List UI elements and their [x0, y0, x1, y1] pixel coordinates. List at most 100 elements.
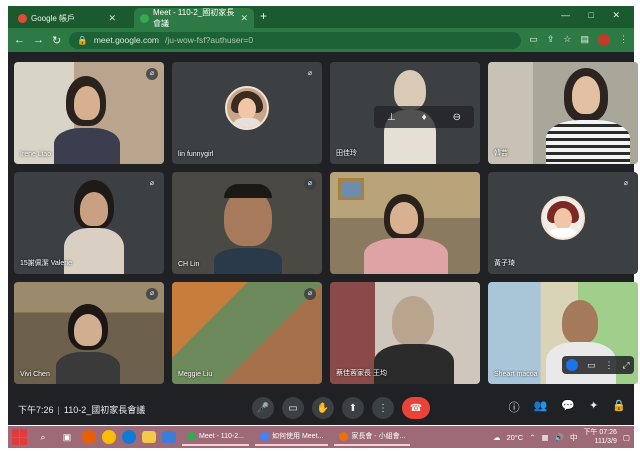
address-toolbar: ← → ↻ 🔒 meet.google.com/ju-wow-fsf?authu… — [8, 28, 634, 52]
share-icon[interactable]: ⇪ — [547, 34, 555, 46]
participant-tile[interactable]: 蔡佳蓉家長 王均 — [330, 282, 480, 384]
mute-icon[interactable]: ♦ — [422, 112, 427, 123]
file-explorer-icon[interactable] — [142, 431, 156, 443]
hide-self-view-icon[interactable]: ▭ — [587, 360, 596, 371]
people-icon[interactable]: 👥 — [534, 399, 548, 415]
close-tab-icon[interactable]: ✕ — [240, 13, 248, 24]
bookmark-star-icon[interactable]: ☆ — [563, 34, 571, 46]
url-host: meet.google.com — [93, 35, 160, 45]
profile-avatar[interactable] — [598, 34, 610, 46]
close-tab-icon[interactable]: ✕ — [108, 13, 116, 24]
more-options-button[interactable]: ⋮ — [372, 397, 394, 419]
participant-name: Sheart macoa — [494, 371, 538, 378]
camera-indicator-icon[interactable]: ▭ — [529, 34, 538, 46]
participant-tile[interactable]: CH Lin ⌀ — [172, 172, 322, 274]
taskbar-app-group[interactable]: 家長會 - 小組會... — [334, 428, 411, 446]
self-view-controls: ▭ ⋮ ⤢ — [562, 356, 634, 374]
notification-icon[interactable]: ▢ — [623, 433, 630, 442]
edge-icon[interactable] — [122, 430, 136, 444]
meeting-title: 110-2_國初家長會議 — [63, 405, 146, 415]
meeting-time: 下午7:26 — [18, 405, 54, 415]
window-controls[interactable]: — □ ✕ — [561, 10, 628, 21]
activities-icon[interactable]: ✦ — [589, 399, 598, 415]
taskbar-app-meet[interactable]: Meet - 110-2... — [182, 428, 250, 446]
taskbar-app-doc[interactable]: 如何使用 Meet... — [255, 428, 329, 446]
clock-date: 111/3/9 — [594, 438, 617, 445]
back-arrow-icon[interactable]: ← — [14, 34, 25, 46]
participant-avatar — [225, 85, 269, 130]
system-tray: ☁ 20°C ⌃ ▦ 🔊 中 下午 07:26 111/3/9 ▢ — [493, 428, 630, 446]
mic-muted-icon: ⌀ — [146, 178, 158, 190]
host-controls-icon[interactable]: 🔒 — [612, 399, 626, 415]
leave-call-button[interactable]: ☎ — [402, 397, 430, 419]
menu-dots-icon[interactable]: ⋮ — [619, 34, 628, 46]
mic-muted-icon: ⌀ — [146, 288, 158, 300]
mic-muted-icon: ⌀ — [304, 178, 316, 190]
volume-icon[interactable]: 🔊 — [555, 433, 564, 442]
audio-level-icon — [566, 359, 579, 371]
participant-name: 黃子琦 — [494, 260, 515, 267]
participant-name: 田佳玲 — [336, 150, 357, 157]
system-clock[interactable]: 下午 07:26 111/3/9 — [583, 428, 616, 446]
participant-tile[interactable]: 15謝佩潔 Valerie ⌀ — [14, 172, 164, 274]
group-app-icon — [339, 431, 349, 441]
participant-name: 15謝佩潔 Valerie — [20, 260, 73, 267]
url-path: /ju-wow-fsf?authuser=0 — [165, 35, 254, 45]
microphone-button[interactable]: 🎤 — [252, 397, 274, 419]
participant-tile[interactable]: lin funnygirl ⌀ — [172, 62, 322, 164]
tile-hover-controls: ⊥ ♦ ⊖ — [374, 106, 474, 128]
search-icon[interactable]: ⌕ — [34, 429, 52, 445]
camera-button[interactable]: ▭ — [282, 397, 304, 419]
participant-tile[interactable]: Sheart macoa ▭ ⋮ ⤢ — [488, 282, 638, 384]
windows-start-icon[interactable] — [12, 429, 28, 445]
participant-tile[interactable]: 韓芸 — [488, 62, 638, 164]
browser-tab-meet[interactable]: Meet - 110-2_國初家長會議 ✕ — [134, 8, 254, 28]
browser-toolbar-icons: ▭ ⇪ ☆ ▤ ⋮ — [529, 34, 628, 46]
meeting-details-icon[interactable]: ⓘ — [509, 399, 520, 415]
taskbar-app-label: 家長會 - 小組會... — [351, 433, 406, 440]
meet-favicon-icon — [140, 13, 149, 23]
participant-tile[interactable]: Irene Liao ⌀ — [14, 62, 164, 164]
browser-tab-bar: Google 帳戶 ✕ Meet - 110-2_國初家長會議 ✕ + — □ … — [8, 6, 634, 28]
tab-title: Meet - 110-2_國初家長會議 — [153, 8, 235, 28]
firefox-icon[interactable] — [82, 430, 96, 444]
network-icon[interactable]: ▦ — [542, 433, 549, 442]
chrome-app-icon — [187, 431, 196, 441]
mic-muted-icon: ⌀ — [620, 178, 632, 190]
lock-icon: 🔒 — [77, 34, 88, 45]
extension-icon[interactable]: ▤ — [580, 34, 589, 46]
meeting-separator: | — [57, 405, 60, 415]
participant-tile[interactable]: Vivi Chen ⌀ — [14, 282, 164, 384]
chat-icon[interactable]: 💬 — [561, 399, 575, 415]
tab-title: Google 帳戶 — [31, 13, 76, 23]
more-options-icon[interactable]: ⋮ — [605, 360, 614, 371]
participant-tile[interactable] — [330, 172, 480, 274]
ime-indicator[interactable]: 中 — [570, 432, 578, 443]
expand-icon[interactable]: ⤢ — [622, 360, 629, 371]
meet-control-bar: 下午7:26 | 110-2_國初家長會議 🎤 ▭ ✋ ⬆ ⋮ ☎ ⓘ 👥 💬 ✦ … — [8, 393, 634, 425]
participant-tile[interactable]: Meggie Liu ⌀ — [172, 282, 322, 384]
taskbar-app-label: Meet - 110-2... — [199, 432, 245, 440]
mic-muted-icon: ⌀ — [304, 68, 316, 80]
chrome-icon[interactable] — [102, 430, 116, 444]
tray-overflow-icon[interactable]: ⌃ — [529, 433, 535, 442]
taskbar-app-label: 如何使用 Meet... — [272, 433, 324, 440]
weather-icon[interactable]: ☁ — [493, 433, 501, 442]
task-view-icon[interactable]: ▣ — [58, 429, 76, 445]
reload-icon[interactable]: ↻ — [52, 34, 61, 47]
present-screen-button[interactable]: ⬆ — [342, 397, 364, 419]
new-tab-button[interactable]: + — [260, 9, 267, 23]
participant-tile[interactable]: 黃子琦 ⌀ — [488, 172, 638, 274]
address-bar-input[interactable]: 🔒 meet.google.com/ju-wow-fsf?authuser=0 — [69, 31, 522, 49]
raise-hand-button[interactable]: ✋ — [312, 397, 334, 419]
remove-icon[interactable]: ⊖ — [453, 112, 461, 123]
temperature: 20°C — [506, 432, 524, 442]
participant-avatar — [541, 195, 585, 240]
forward-arrow-icon[interactable]: → — [33, 34, 44, 46]
meeting-side-controls: ⓘ 👥 💬 ✦ 🔒 — [509, 399, 626, 415]
store-icon[interactable] — [162, 431, 176, 443]
pin-icon[interactable]: ⊥ — [387, 112, 396, 123]
browser-tab-google-account[interactable]: Google 帳戶 ✕ — [12, 8, 122, 28]
document-app-icon — [260, 431, 270, 441]
mic-muted-icon: ⌀ — [146, 68, 158, 80]
